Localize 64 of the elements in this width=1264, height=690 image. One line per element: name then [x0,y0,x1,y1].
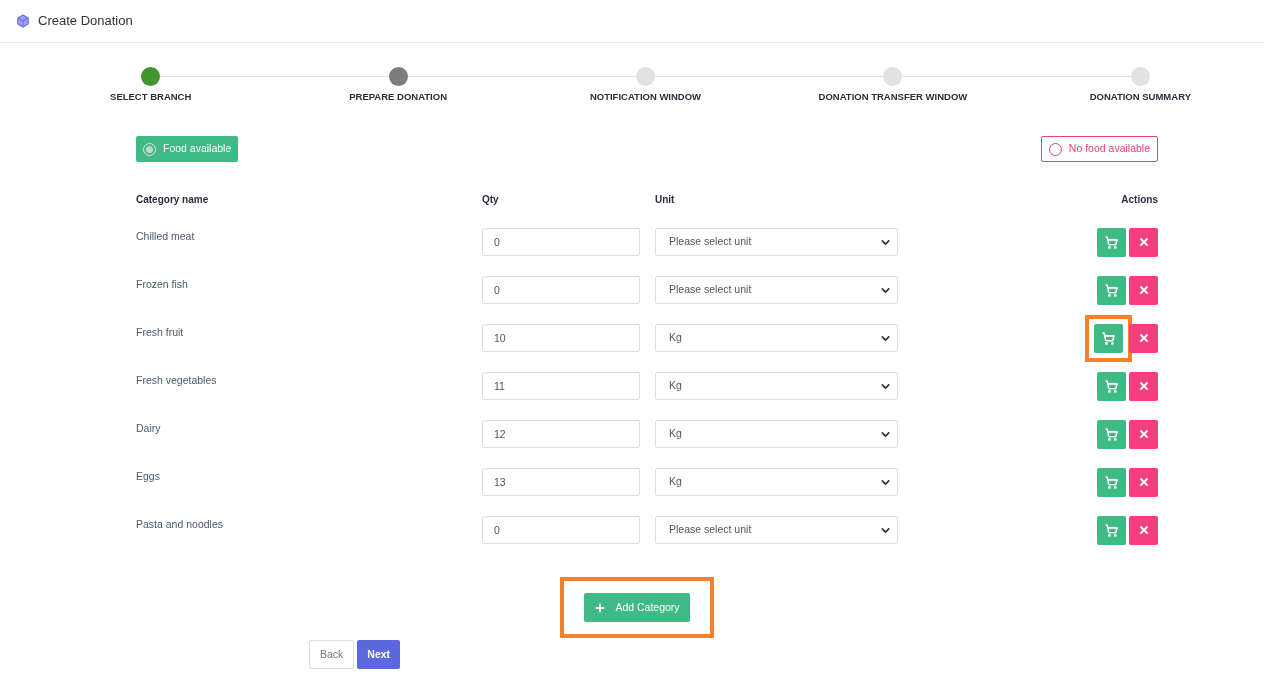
close-icon [1137,428,1150,441]
cart-icon [1105,427,1118,441]
category-name: Frozen fish [136,277,189,293]
step-label: DONATION TRANSFER WINDOW [818,90,968,104]
close-icon [1137,380,1150,393]
cart-icon [1105,283,1118,297]
delete-button[interactable] [1129,323,1158,353]
add-to-cart-button[interactable] [1097,419,1126,449]
category-name: Dairy [136,421,162,437]
column-header: Unit [655,193,676,208]
back-button[interactable]: Back [309,640,355,670]
delete-button[interactable] [1129,275,1158,305]
qty-input[interactable]: 13 [482,468,640,497]
close-icon [1137,236,1150,249]
cart-icon [1105,475,1118,489]
unit-select[interactable]: Kg [655,324,898,353]
delete-button[interactable] [1129,227,1158,257]
category-name: Chilled meat [136,229,196,245]
qty-input[interactable]: 0 [482,516,640,545]
add-to-cart-button[interactable] [1097,371,1126,401]
qty-input[interactable]: 12 [482,420,640,449]
close-icon [1137,524,1150,537]
add-to-cart-button[interactable] [1094,323,1123,353]
page-title: Create Donation [38,12,133,31]
step-label: PREPARE DONATION [349,90,447,104]
column-header: Category name [136,193,210,208]
delete-button[interactable] [1129,467,1158,497]
category-name: Pasta and noodles [136,517,224,533]
qty-input[interactable]: 11 [482,372,640,401]
cart-icon [1105,379,1118,393]
step-label: DONATION SUMMARY [1089,90,1191,104]
cart-icon [1102,331,1115,345]
close-icon [1137,476,1150,489]
add-to-cart-button[interactable] [1097,227,1126,257]
availability-option[interactable]: No food available [1040,136,1158,163]
unit-select[interactable]: Please select unit [655,228,898,257]
add-to-cart-button[interactable] [1097,515,1126,545]
add-to-cart-button[interactable] [1097,467,1126,497]
delete-button[interactable] [1129,371,1158,401]
qty-input[interactable]: 10 [482,324,640,353]
unit-select[interactable]: Kg [655,372,898,401]
cube-icon [16,14,30,28]
add-to-cart-button[interactable] [1097,275,1126,305]
column-header: Qty [482,193,500,208]
delete-button[interactable] [1129,419,1158,449]
cart-icon [1105,523,1118,537]
unit-select[interactable]: Kg [655,420,898,449]
qty-input[interactable]: 0 [482,276,640,305]
plus-icon [594,601,607,614]
qty-input[interactable]: 0 [482,228,640,257]
unit-select[interactable]: Please select unit [655,276,898,305]
step-label: NOTIFICATION WINDOW [589,90,702,104]
column-header: Actions [1120,193,1158,208]
cart-icon [1105,235,1118,249]
unit-select[interactable]: Please select unit [655,516,898,545]
close-icon [1137,332,1150,345]
step-label: SELECT BRANCH [110,90,192,104]
close-icon [1137,284,1150,297]
category-name: Fresh fruit [136,325,185,341]
delete-button[interactable] [1129,515,1158,545]
next-button[interactable]: Next [357,640,401,670]
category-name: Fresh vegetables [136,373,218,389]
category-name: Eggs [136,469,161,485]
unit-select[interactable]: Kg [655,468,898,497]
